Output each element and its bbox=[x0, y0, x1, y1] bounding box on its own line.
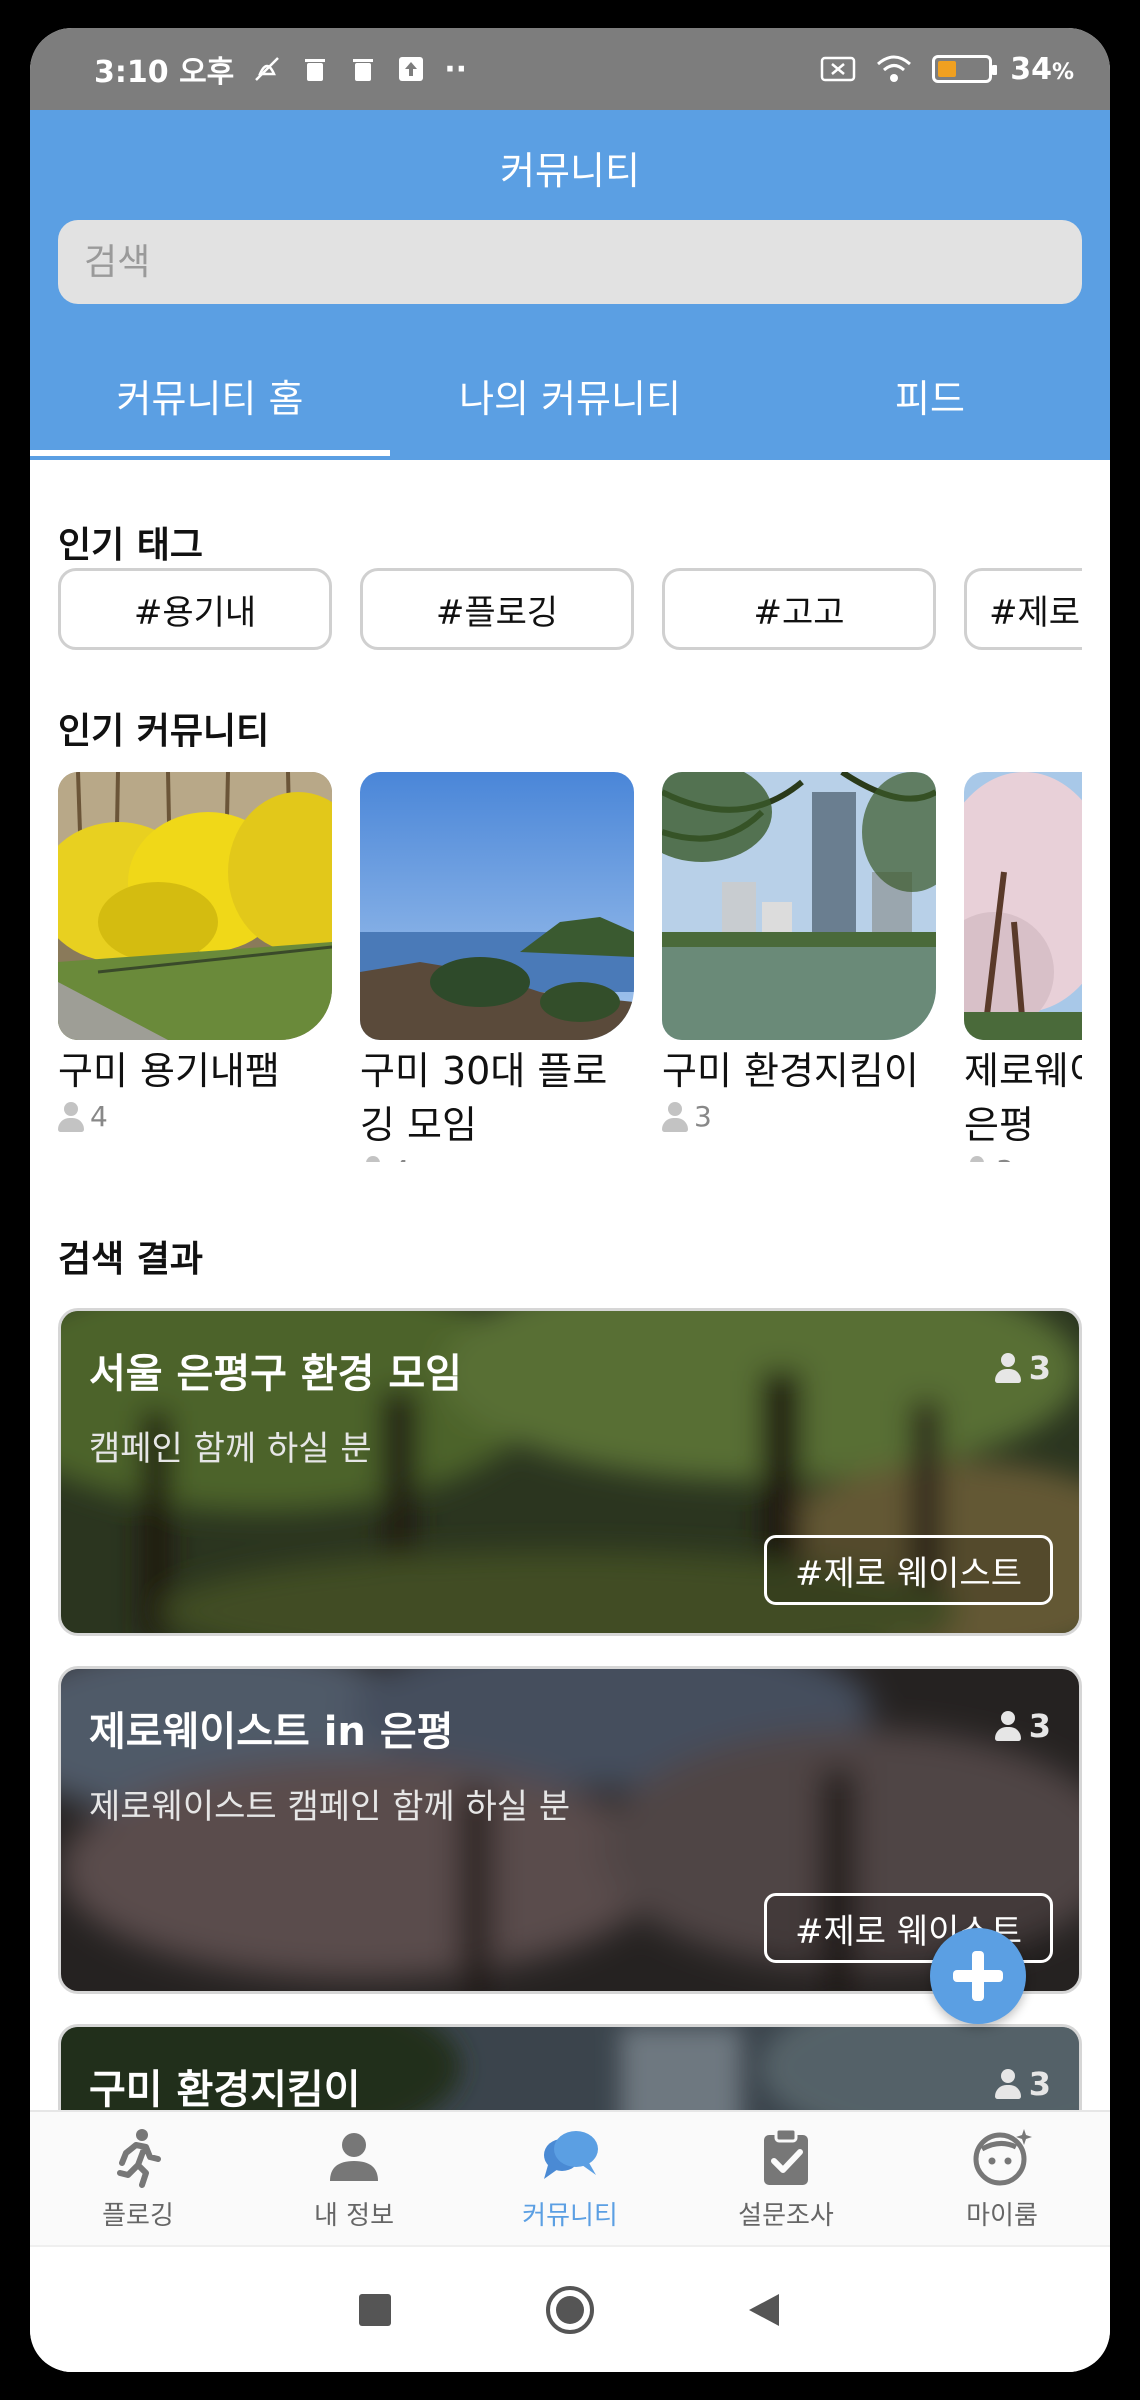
nav-item-community[interactable]: 커뮤니티 bbox=[462, 2112, 678, 2245]
add-community-button[interactable] bbox=[930, 1928, 1026, 2024]
tab-bar: 커뮤니티 홈 나의 커뮤니티 피드 bbox=[30, 340, 1110, 456]
phone-screen: 3:10 오후 ·· 34% 커뮤니티 커뮤니티 홈 나의 커뮤니티 피드 인기… bbox=[30, 28, 1110, 2372]
recents-button[interactable] bbox=[345, 2280, 405, 2340]
nav-item-my-info[interactable]: 내 정보 bbox=[246, 2112, 462, 2245]
clipboard-check-icon bbox=[764, 2127, 808, 2185]
community-image bbox=[360, 772, 634, 1040]
community-name: 구미 용기내팸 bbox=[58, 1049, 280, 1093]
community-image bbox=[662, 772, 936, 1040]
home-button[interactable] bbox=[540, 2280, 600, 2340]
square-icon bbox=[359, 2293, 391, 2326]
member-count: 4 bbox=[58, 1100, 332, 1133]
community-card[interactable]: 구미 환경지킴이 3 bbox=[662, 772, 936, 1162]
tag-chip[interactable]: #플로깅 bbox=[360, 568, 634, 650]
nav-label: 플로깅 bbox=[102, 2201, 174, 2231]
more-notifications-icon: ·· bbox=[444, 51, 468, 87]
status-bar: 3:10 오후 ·· 34% bbox=[30, 28, 1110, 110]
nav-label: 설문조사 bbox=[738, 2201, 834, 2231]
app-header: 커뮤니티 커뮤니티 홈 나의 커뮤니티 피드 bbox=[30, 110, 1110, 460]
battery-percent: 34% bbox=[1010, 51, 1074, 87]
status-time: 3:10 오후 bbox=[94, 55, 235, 90]
search-results-title: 검색 결과 bbox=[58, 1239, 204, 1280]
system-nav-bar bbox=[30, 2245, 1110, 2372]
popular-tags-title: 인기 태그 bbox=[58, 525, 204, 566]
back-triangle-icon bbox=[749, 2293, 779, 2326]
person-icon bbox=[964, 1155, 990, 1162]
trash-icon bbox=[305, 59, 326, 81]
result-title: 제로웨이스트 in 은평 bbox=[89, 1709, 454, 1755]
tab-community-home[interactable]: 커뮤니티 홈 bbox=[30, 340, 390, 456]
community-name: 구미 30대 플로깅 모임 bbox=[360, 1049, 608, 1147]
community-card[interactable]: 구미 용기내팸 4 bbox=[58, 772, 332, 1162]
member-count: 3 bbox=[964, 1154, 1082, 1162]
tab-feed[interactable]: 피드 bbox=[750, 340, 1110, 450]
page-title: 커뮤니티 bbox=[500, 149, 640, 193]
main-content[interactable]: 인기 태그 #용기내 #플로깅 #고고 #제로 인기 커뮤니티 구미 용기내팸 … bbox=[30, 460, 1110, 2110]
bottom-nav: 플로깅 내 정보 커뮤니티 설문조사 마이룸 bbox=[30, 2110, 1110, 2245]
mute-icon bbox=[255, 57, 280, 81]
person-icon bbox=[994, 2069, 1021, 2099]
member-count: 4 bbox=[360, 1154, 634, 1162]
person-icon bbox=[330, 2133, 378, 2181]
community-name: 구미 환경지킴이 bbox=[662, 1049, 919, 1093]
nav-label: 마이룸 bbox=[966, 2201, 1038, 2231]
community-image bbox=[964, 772, 1082, 1040]
nav-item-survey[interactable]: 설문조사 bbox=[678, 2112, 894, 2245]
nav-item-my-room[interactable]: 마이룸 bbox=[894, 2112, 1110, 2245]
search-input[interactable] bbox=[58, 220, 1082, 304]
smiley-face-icon bbox=[973, 2129, 1032, 2186]
person-icon bbox=[360, 1155, 386, 1162]
trash-icon bbox=[353, 59, 374, 81]
no-sim-icon bbox=[820, 56, 856, 82]
upload-icon bbox=[399, 57, 424, 81]
tag-chip[interactable]: #용기내 bbox=[58, 568, 332, 650]
back-button[interactable] bbox=[735, 2280, 795, 2340]
tab-my-community[interactable]: 나의 커뮤니티 bbox=[390, 340, 750, 450]
circle-icon bbox=[546, 2285, 594, 2334]
member-count: 3 bbox=[994, 1349, 1051, 1387]
nav-label: 내 정보 bbox=[313, 2201, 395, 2231]
result-subtitle: 제로웨이스트 캠페인 함께 하실 분 bbox=[89, 1787, 571, 1827]
person-icon bbox=[994, 1353, 1021, 1383]
result-subtitle: 캠페인 함께 하실 분 bbox=[89, 1429, 372, 1469]
battery-icon bbox=[932, 55, 998, 83]
member-count: 3 bbox=[994, 1707, 1051, 1745]
person-icon bbox=[58, 1101, 84, 1132]
person-icon bbox=[662, 1101, 688, 1132]
nav-label: 커뮤니티 bbox=[522, 2201, 618, 2231]
result-card[interactable]: 제로웨이스트 in 은평 제로웨이스트 캠페인 함께 하실 분 3 #제로 웨이… bbox=[58, 1666, 1082, 1994]
chat-bubbles-icon bbox=[544, 2131, 598, 2179]
community-card[interactable]: 구미 30대 플로깅 모임 4 bbox=[360, 772, 634, 1162]
wifi-icon bbox=[877, 55, 912, 82]
community-image bbox=[58, 772, 332, 1040]
popular-tags-list[interactable]: #용기내 #플로깅 #고고 #제로 bbox=[58, 568, 1082, 652]
popular-communities-title: 인기 커뮤니티 bbox=[58, 711, 270, 752]
result-card[interactable]: 서울 은평구 환경 모임 캠페인 함께 하실 분 3 #제로 웨이스트 bbox=[58, 1308, 1082, 1636]
result-title: 서울 은평구 환경 모임 bbox=[89, 1351, 462, 1397]
result-tag[interactable]: #제로 웨이스트 bbox=[764, 1535, 1053, 1605]
tag-chip[interactable]: #제로 bbox=[964, 568, 1082, 650]
member-count: 3 bbox=[662, 1100, 936, 1133]
running-person-icon bbox=[117, 2129, 161, 2188]
member-count: 3 bbox=[994, 2065, 1051, 2103]
result-card[interactable]: 구미 환경지킴이 3 bbox=[58, 2024, 1082, 2110]
community-card[interactable]: 제로웨이스트 in 은평 3 bbox=[964, 772, 1082, 1162]
tag-chip[interactable]: #고고 bbox=[662, 568, 936, 650]
person-icon bbox=[994, 1711, 1021, 1741]
community-name: 제로웨이스트 in 은평 bbox=[964, 1049, 1082, 1147]
nav-item-plogging[interactable]: 플로깅 bbox=[30, 2112, 246, 2245]
result-title: 구미 환경지킴이 bbox=[89, 2067, 361, 2110]
popular-communities-list[interactable]: 구미 용기내팸 4 구미 30대 플로깅 모임 구미 환경지킴이 3 제로웨 은… bbox=[58, 772, 1082, 1162]
